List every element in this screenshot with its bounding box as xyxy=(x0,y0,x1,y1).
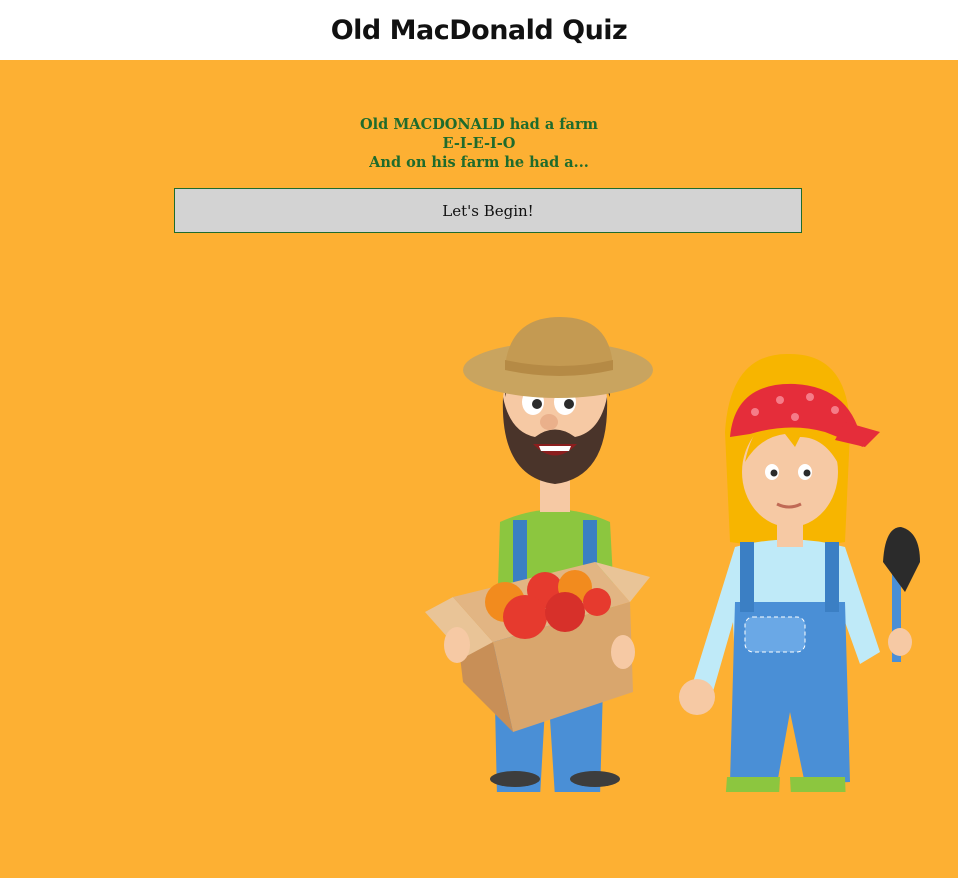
intro-line-2: E-I-E-I-O xyxy=(442,135,516,152)
farmer-girl-figure xyxy=(679,353,920,792)
farmer-man-figure xyxy=(425,317,653,792)
farmers-illustration xyxy=(425,317,920,792)
begin-button[interactable]: Let's Begin! xyxy=(174,188,802,233)
intro-line-3: And on his farm he had a... xyxy=(369,154,589,171)
page-title: Old MacDonald Quiz xyxy=(330,14,628,46)
quiz-area: Old MACDONALD had a farm E-I-E-I-O And o… xyxy=(0,60,958,878)
intro-line-1: Old MACDONALD had a farm xyxy=(360,116,598,133)
page-header: Old MacDonald Quiz xyxy=(0,0,958,60)
intro-lyrics: Old MACDONALD had a farm E-I-E-I-O And o… xyxy=(0,115,958,172)
